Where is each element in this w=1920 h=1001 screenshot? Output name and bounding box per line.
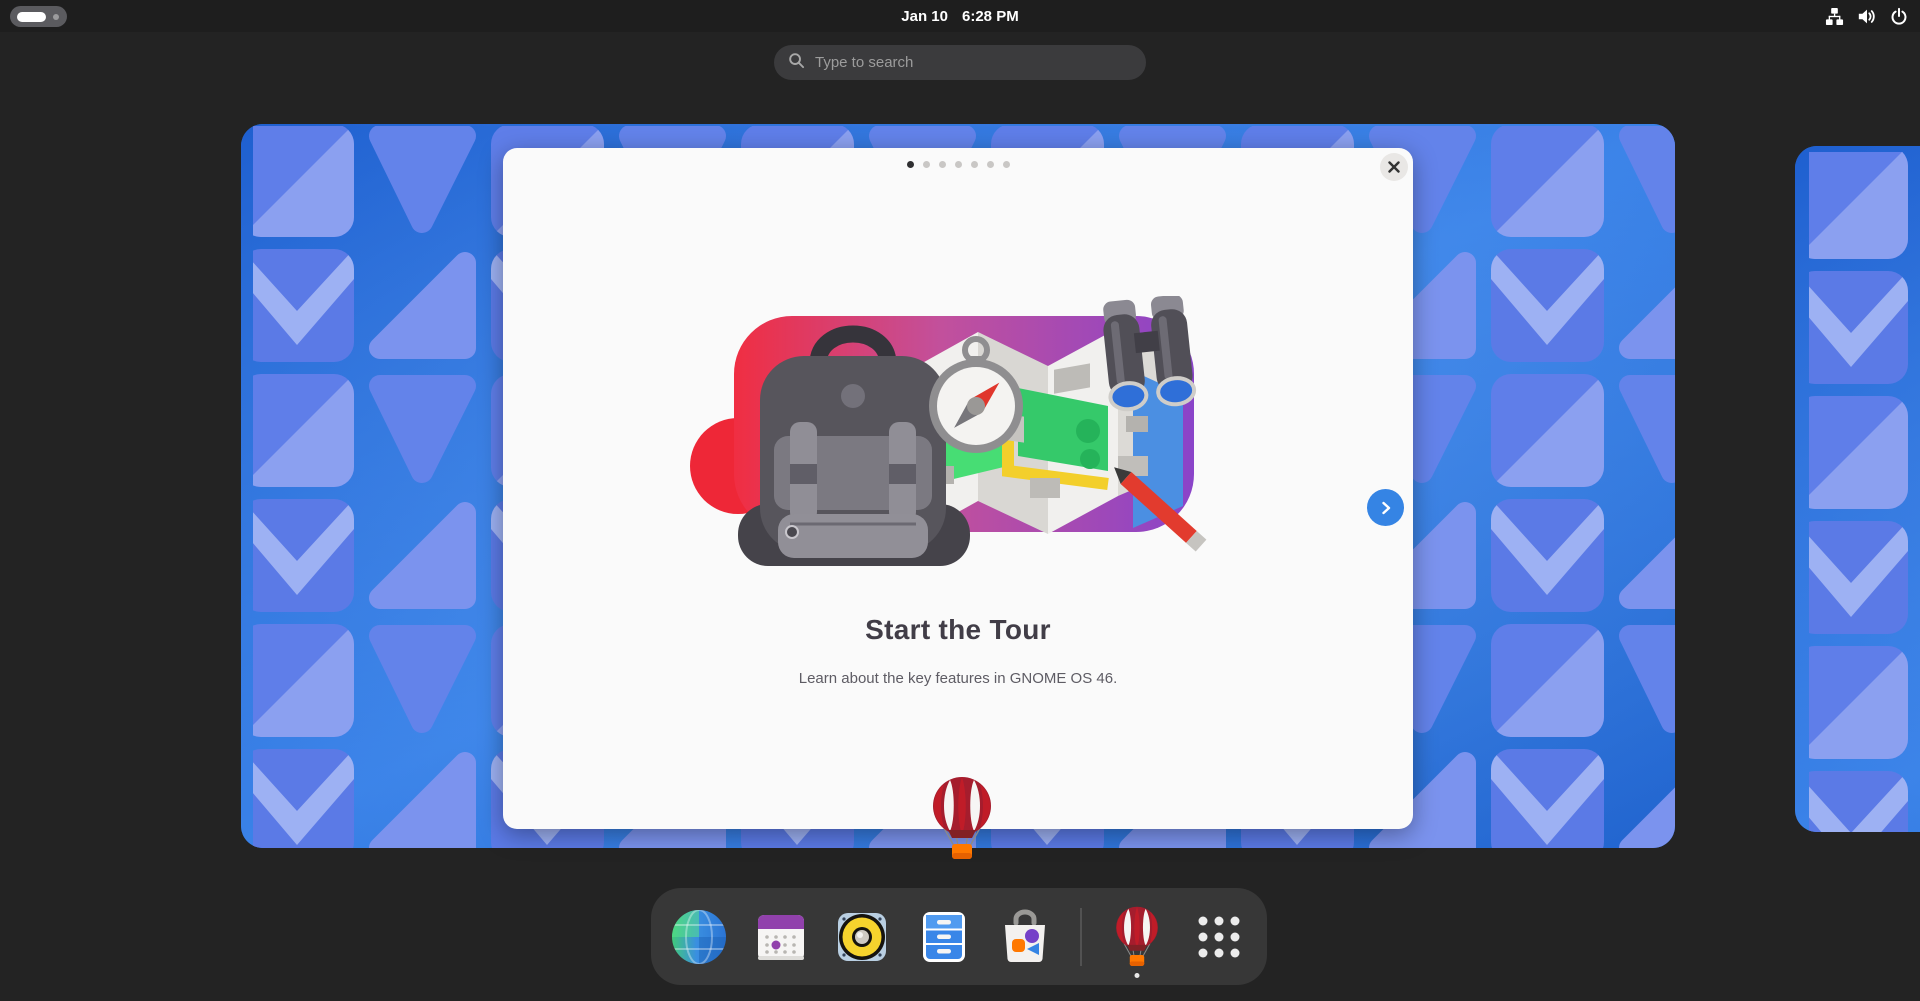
workspace-thumbnail-next[interactable] <box>1795 146 1920 832</box>
search-input[interactable] <box>815 54 1132 71</box>
carousel-dot-7[interactable] <box>1003 161 1010 168</box>
tour-window[interactable]: Start the Tour Learn about the key featu… <box>503 148 1413 829</box>
dock-item-calendar[interactable] <box>750 906 810 968</box>
web-browser-globe-icon <box>669 907 729 967</box>
tour-illustration <box>678 296 1238 566</box>
dock-item-software[interactable] <box>995 906 1055 968</box>
volume-icon <box>1857 7 1877 26</box>
dock <box>651 888 1267 985</box>
files-cabinet-icon <box>914 907 974 967</box>
close-button[interactable] <box>1380 153 1408 181</box>
clock-date: Jan 10 <box>901 8 948 25</box>
network-wired-icon <box>1825 7 1844 26</box>
search-icon <box>788 52 805 74</box>
dock-item-music[interactable] <box>832 906 892 968</box>
clock[interactable]: Jan 10 6:28 PM <box>0 0 1920 32</box>
dock-item-tour[interactable] <box>1107 906 1167 968</box>
software-store-bag-icon <box>995 907 1055 967</box>
app-grid-icon <box>1194 912 1244 962</box>
carousel-dot-4[interactable] <box>955 161 962 168</box>
clock-time: 6:28 PM <box>962 8 1019 25</box>
dock-item-files[interactable] <box>913 906 973 968</box>
carousel-dot-6[interactable] <box>987 161 994 168</box>
carousel-dot-1[interactable] <box>907 161 914 168</box>
tour-title: Start the Tour <box>503 614 1413 646</box>
running-indicator-dot <box>1135 973 1140 978</box>
calendar-icon <box>751 907 811 967</box>
tour-hot-air-balloon-icon <box>1110 906 1164 968</box>
system-status-area[interactable] <box>1825 0 1908 32</box>
carousel-dot-3[interactable] <box>939 161 946 168</box>
search-bar[interactable] <box>774 45 1146 80</box>
close-icon <box>1388 161 1400 173</box>
power-icon <box>1890 7 1908 26</box>
dock-item-web-browser[interactable] <box>669 906 729 968</box>
carousel-dot-2[interactable] <box>923 161 930 168</box>
carousel-dots <box>503 161 1413 168</box>
music-speaker-icon <box>832 907 892 967</box>
hot-air-balloon-icon[interactable] <box>926 776 998 862</box>
tour-subtitle: Learn about the key features in GNOME OS… <box>503 670 1413 687</box>
carousel-dot-5[interactable] <box>971 161 978 168</box>
chevron-right-icon <box>1379 501 1393 515</box>
wallpaper <box>1795 146 1920 832</box>
dock-separator <box>1080 908 1082 966</box>
next-button[interactable] <box>1367 489 1404 526</box>
dock-item-app-grid[interactable] <box>1189 906 1249 968</box>
top-bar: Jan 10 6:28 PM <box>0 0 1920 32</box>
